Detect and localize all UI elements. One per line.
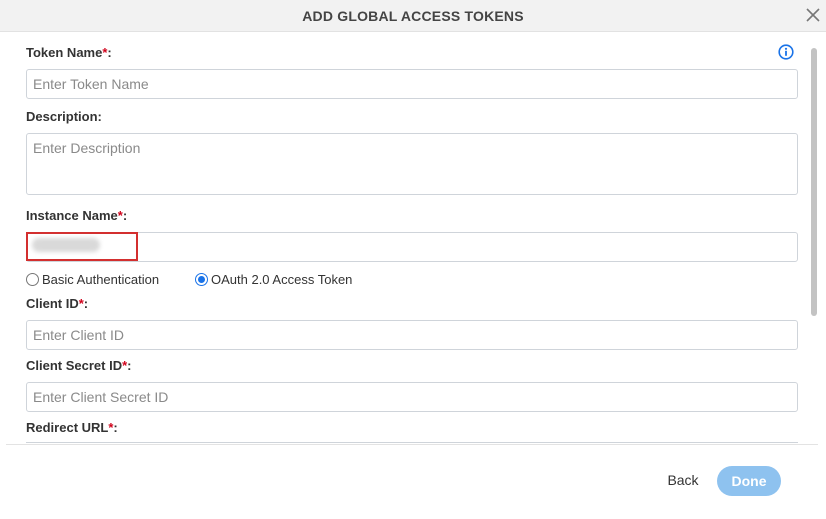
client-id-input[interactable] [26,320,798,350]
redirect-url-label: Redirect URL*: [26,420,118,435]
back-button[interactable]: Back [658,468,708,492]
dialog-title: ADD GLOBAL ACCESS TOKENS [302,8,524,24]
token-name-input[interactable] [26,69,798,99]
done-button[interactable]: Done [717,466,781,496]
radio-label: OAuth 2.0 Access Token [211,271,353,287]
radio-oauth-access-token[interactable]: OAuth 2.0 Access Token [195,270,352,288]
radio-button-selected[interactable] [195,272,208,286]
scrollbar-thumb[interactable] [811,48,817,316]
description-label: Description: [26,109,102,124]
instance-name-input[interactable] [26,232,798,262]
footer-divider [6,444,818,445]
description-textarea[interactable] [26,133,798,195]
close-icon[interactable] [804,6,822,24]
client-id-label: Client ID*: [26,296,89,311]
radio-basic-authentication[interactable]: Basic Authentication [26,270,159,288]
radio-label: Basic Authentication [42,271,160,287]
instance-name-label: Instance Name*: [26,208,128,223]
redacted-value [32,238,100,252]
client-secret-id-label: Client Secret ID*: [26,358,132,373]
add-global-access-tokens-dialog: ADD GLOBAL ACCESS TOKENS Token Name*: De… [0,0,826,519]
dialog-header: ADD GLOBAL ACCESS TOKENS [0,0,826,32]
info-icon[interactable] [778,44,794,60]
client-secret-id-input[interactable] [26,382,798,412]
radio-button[interactable] [26,272,39,286]
token-name-label: Token Name*: [26,45,112,60]
